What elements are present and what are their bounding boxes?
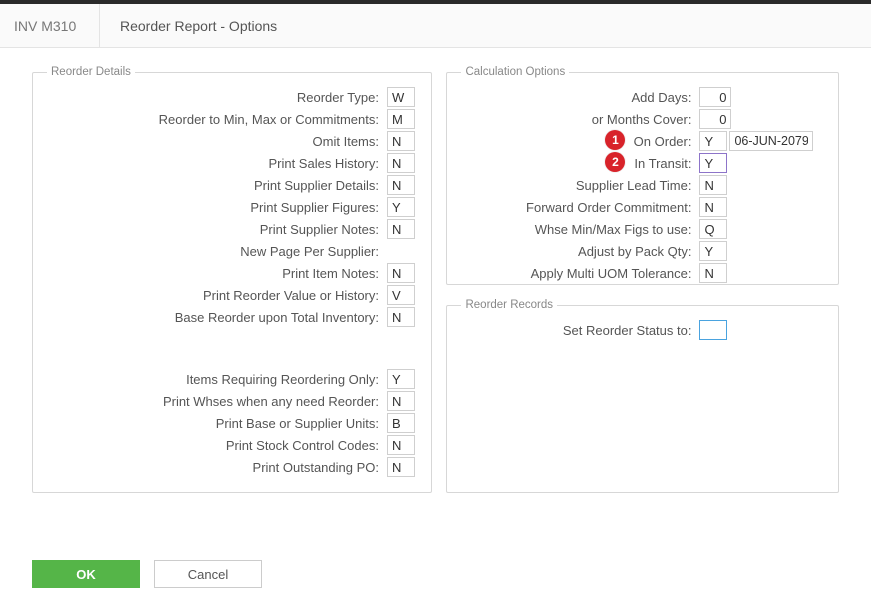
lbl-adjust-pack-qty: Adjust by Pack Qty:: [461, 244, 699, 259]
reorder-details-legend: Reorder Details: [47, 66, 135, 78]
lbl-apply-multi-uom: Apply Multi UOM Tolerance:: [461, 266, 699, 281]
on-order-date-input[interactable]: [729, 131, 813, 151]
months-cover-input[interactable]: [699, 109, 731, 129]
print-supplier-figures-input[interactable]: [387, 197, 415, 217]
ok-button[interactable]: OK: [32, 560, 140, 588]
lbl-print-outstanding-po: Print Outstanding PO:: [47, 460, 387, 475]
add-days-input[interactable]: [699, 87, 731, 107]
forward-order-commit-input[interactable]: [699, 197, 727, 217]
print-whses-input[interactable]: [387, 391, 415, 411]
page-title: Reorder Report - Options: [100, 18, 277, 34]
lbl-print-supplier-notes: Print Supplier Notes:: [47, 222, 387, 237]
reorder-records-legend: Reorder Records: [461, 299, 557, 311]
adjust-pack-qty-input[interactable]: [699, 241, 727, 261]
print-stock-control-codes-input[interactable]: [387, 435, 415, 455]
print-base-supplier-units-input[interactable]: [387, 413, 415, 433]
lbl-whse-minmax: Whse Min/Max Figs to use:: [461, 222, 699, 237]
print-item-notes-input[interactable]: [387, 263, 415, 283]
lbl-on-order: On Order:: [461, 134, 699, 149]
lbl-print-stock-control-codes: Print Stock Control Codes:: [47, 438, 387, 453]
cancel-button[interactable]: Cancel: [154, 560, 262, 588]
lbl-print-item-notes: Print Item Notes:: [47, 266, 387, 281]
supplier-lead-time-input[interactable]: [699, 175, 727, 195]
lbl-new-page-per-supplier: New Page Per Supplier:: [47, 244, 387, 259]
lbl-base-reorder-total-inv: Base Reorder upon Total Inventory:: [47, 310, 387, 325]
lbl-print-supplier-figures: Print Supplier Figures:: [47, 200, 387, 215]
lbl-in-transit: In Transit:: [461, 156, 699, 171]
program-code: INV M310: [0, 4, 100, 47]
apply-multi-uom-input[interactable]: [699, 263, 727, 283]
on-order-input[interactable]: [699, 131, 727, 151]
lbl-print-sales-history: Print Sales History:: [47, 156, 387, 171]
lbl-print-base-supplier-units: Print Base or Supplier Units:: [47, 416, 387, 431]
print-outstanding-po-input[interactable]: [387, 457, 415, 477]
print-reorder-value-input[interactable]: [387, 285, 415, 305]
lbl-months-cover: or Months Cover:: [461, 112, 699, 127]
reorder-records-panel: Reorder Records Set Reorder Status to:: [446, 299, 839, 493]
header-bar: INV M310 Reorder Report - Options: [0, 4, 871, 48]
lbl-print-supplier-details: Print Supplier Details:: [47, 178, 387, 193]
lbl-reorder-minmax: Reorder to Min, Max or Commitments:: [47, 112, 387, 127]
whse-minmax-input[interactable]: [699, 219, 727, 239]
lbl-set-reorder-status: Set Reorder Status to:: [461, 323, 699, 338]
omit-items-input[interactable]: [387, 131, 415, 151]
lbl-omit-items: Omit Items:: [47, 134, 387, 149]
items-req-reorder-input[interactable]: [387, 369, 415, 389]
lbl-reorder-type: Reorder Type:: [47, 90, 387, 105]
print-sales-history-input[interactable]: [387, 153, 415, 173]
reorder-details-panel: Reorder Details Reorder Type: Reorder to…: [32, 66, 432, 493]
reorder-minmax-input[interactable]: [387, 109, 415, 129]
lbl-forward-order-commit: Forward Order Commitment:: [461, 200, 699, 215]
lbl-print-whses: Print Whses when any need Reorder:: [47, 394, 387, 409]
lbl-add-days: Add Days:: [461, 90, 699, 105]
base-reorder-total-inv-input[interactable]: [387, 307, 415, 327]
lbl-supplier-lead-time: Supplier Lead Time:: [461, 178, 699, 193]
print-supplier-details-input[interactable]: [387, 175, 415, 195]
lbl-items-req-reorder: Items Requiring Reordering Only:: [47, 372, 387, 387]
reorder-type-input[interactable]: [387, 87, 415, 107]
calculation-options-legend: Calculation Options: [461, 66, 569, 78]
lbl-print-reorder-value: Print Reorder Value or History:: [47, 288, 387, 303]
print-supplier-notes-input[interactable]: [387, 219, 415, 239]
in-transit-input[interactable]: [699, 153, 727, 173]
calculation-options-panel: Calculation Options Add Days: or Months …: [446, 66, 839, 285]
set-reorder-status-input[interactable]: [699, 320, 727, 340]
